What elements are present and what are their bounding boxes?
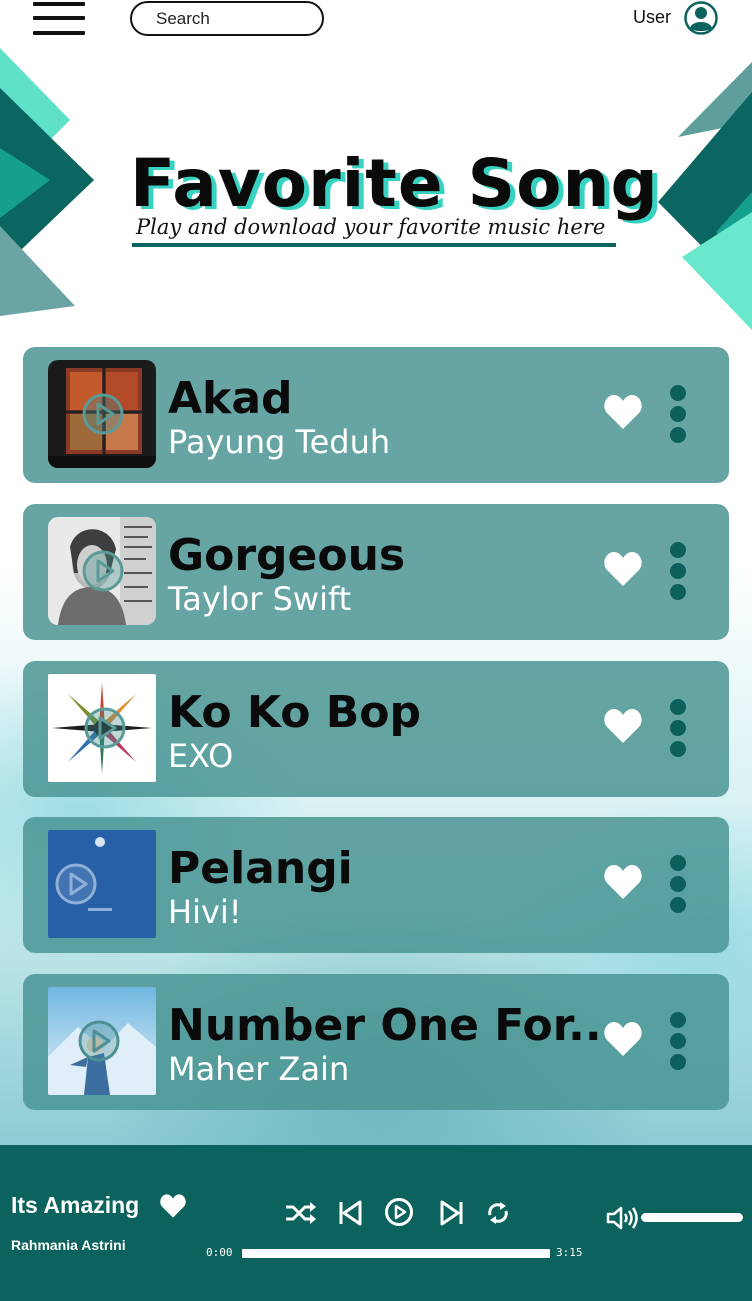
volume-icon[interactable] xyxy=(606,1206,638,1230)
now-playing-title: Its Amazing xyxy=(11,1192,140,1218)
song-title: Ko Ko Bop xyxy=(168,687,421,738)
progress-bar[interactable] xyxy=(242,1249,550,1258)
song-artist: Hivi! xyxy=(168,893,242,931)
heart-icon[interactable] xyxy=(603,1020,643,1058)
song-title: Akad xyxy=(168,373,293,424)
song-card[interactable]: Pelangi Hivi! xyxy=(23,817,729,953)
now-playing-artist: Rahmania Astrini xyxy=(11,1237,126,1253)
heart-icon[interactable] xyxy=(603,393,643,431)
player-bar: Its Amazing Rahmania Astrini 0:00 3:15 xyxy=(0,1145,752,1301)
heart-icon[interactable] xyxy=(603,707,643,745)
more-vertical-icon[interactable] xyxy=(667,855,689,917)
song-title: Number One For.. xyxy=(168,1000,602,1051)
skip-back-icon[interactable] xyxy=(338,1198,364,1228)
play-icon[interactable] xyxy=(81,549,125,593)
heart-icon[interactable] xyxy=(159,1193,187,1219)
song-card[interactable]: Ko Ko Bop EXO xyxy=(23,661,729,797)
song-title: Pelangi xyxy=(168,843,353,894)
page-title: Favorite Song xyxy=(130,145,659,222)
play-icon[interactable] xyxy=(83,706,127,750)
title-underline xyxy=(132,243,616,247)
song-title: Gorgeous xyxy=(168,530,406,581)
skip-forward-icon[interactable] xyxy=(438,1198,464,1228)
song-card[interactable]: Gorgeous Taylor Swift xyxy=(23,504,729,640)
time-total: 3:15 xyxy=(556,1246,583,1259)
more-vertical-icon[interactable] xyxy=(667,1012,689,1074)
song-artist: Maher Zain xyxy=(168,1050,350,1088)
play-icon[interactable] xyxy=(77,1019,121,1063)
hamburger-menu-icon[interactable] xyxy=(33,2,85,36)
time-current: 0:00 xyxy=(206,1246,233,1259)
volume-slider[interactable] xyxy=(641,1213,743,1222)
song-artist: Payung Teduh xyxy=(168,423,391,461)
song-card[interactable]: Number One For.. Maher Zain xyxy=(23,974,729,1110)
more-vertical-icon[interactable] xyxy=(667,699,689,761)
user-label: User xyxy=(633,7,672,27)
search-input[interactable] xyxy=(130,1,324,36)
play-icon[interactable] xyxy=(54,862,98,906)
page-subtitle: Play and download your favorite music he… xyxy=(136,215,606,239)
song-card[interactable]: Akad Payung Teduh xyxy=(23,347,729,483)
song-artist: Taylor Swift xyxy=(168,580,352,618)
top-bar: User xyxy=(0,0,752,44)
more-vertical-icon[interactable] xyxy=(667,385,689,447)
heart-icon[interactable] xyxy=(603,863,643,901)
shuffle-icon[interactable] xyxy=(284,1198,316,1228)
song-artist: EXO xyxy=(168,737,234,775)
play-icon[interactable] xyxy=(81,392,125,436)
user-icon[interactable] xyxy=(684,1,718,35)
play-pause-icon[interactable] xyxy=(384,1197,414,1227)
heart-icon[interactable] xyxy=(603,550,643,588)
hero-header: Favorite Song Play and download your fav… xyxy=(0,140,752,260)
repeat-icon[interactable] xyxy=(486,1198,510,1228)
more-vertical-icon[interactable] xyxy=(667,542,689,604)
